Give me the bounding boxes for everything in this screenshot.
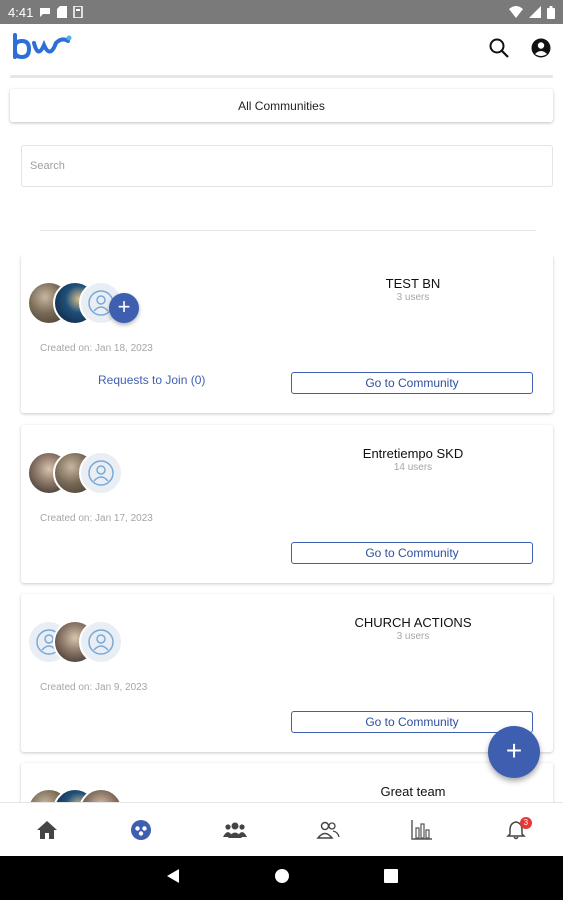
nav-communities[interactable] [94, 803, 188, 856]
chat-notification-icon [39, 6, 51, 18]
back-icon[interactable] [166, 868, 180, 889]
community-name: Great team [380, 784, 446, 799]
bottom-nav: 3 [0, 802, 563, 856]
member-avatar-placeholder [79, 620, 123, 664]
nav-home[interactable] [0, 803, 94, 856]
signal-icon [529, 6, 541, 18]
community-card: Great team [21, 763, 553, 802]
community-user-count: 14 users [393, 462, 433, 473]
battery-icon [547, 5, 555, 19]
community-card: Entretiempo SKD 14 users Created on: Jan… [21, 425, 553, 583]
wifi-icon [509, 6, 523, 18]
home-icon [36, 820, 57, 839]
community-card: + TEST BN 3 users Created on: Jan 18, 20… [21, 255, 553, 413]
contacts-icon [316, 821, 341, 839]
community-user-count: 3 users [396, 631, 430, 642]
community-list: + TEST BN 3 users Created on: Jan 18, 20… [0, 255, 563, 802]
nav-contacts[interactable] [281, 803, 375, 856]
nav-notifications[interactable]: 3 [469, 803, 563, 856]
user-placeholder-icon [88, 460, 114, 486]
list-divider [40, 230, 536, 231]
community-name: CHURCH ACTIONS [354, 615, 472, 630]
home-button-icon[interactable] [274, 868, 289, 888]
create-community-fab[interactable]: + [488, 726, 540, 778]
community-created-date: Created on: Jan 9, 2023 [40, 682, 148, 693]
nav-stats[interactable] [375, 803, 469, 856]
community-created-date: Created on: Jan 18, 2023 [40, 343, 153, 354]
header-divider [10, 75, 553, 78]
account-icon[interactable] [531, 38, 551, 63]
stats-icon [411, 819, 433, 840]
app-logo [12, 32, 72, 68]
requests-to-join-link[interactable]: Requests to Join (0) [98, 373, 205, 387]
status-bar: 4:41 [0, 0, 563, 24]
go-to-community-button[interactable]: Go to Community [291, 711, 533, 733]
notification-count-badge: 3 [519, 817, 532, 829]
community-card: CHURCH ACTIONS 3 users Created on: Jan 9… [21, 594, 553, 752]
community-user-count: 3 users [396, 292, 430, 303]
groups-icon [222, 822, 247, 838]
app-header [0, 24, 563, 76]
user-placeholder-icon [88, 629, 114, 655]
sim-card-icon [57, 6, 68, 18]
go-to-community-button[interactable]: Go to Community [291, 372, 533, 394]
tab-all-communities[interactable]: All Communities [10, 89, 553, 122]
storage-icon [73, 6, 84, 18]
go-to-community-button[interactable]: Go to Community [291, 542, 533, 564]
community-name: TEST BN [385, 276, 441, 291]
recents-icon[interactable] [383, 868, 398, 888]
system-nav-bar [0, 856, 563, 900]
nav-groups[interactable] [188, 803, 282, 856]
community-name: Entretiempo SKD [362, 446, 464, 461]
search-input[interactable] [21, 145, 553, 187]
communities-icon [130, 819, 151, 840]
search-icon[interactable] [489, 38, 509, 63]
member-avatar-placeholder [79, 451, 123, 495]
status-time: 4:41 [8, 4, 34, 20]
community-created-date: Created on: Jan 17, 2023 [40, 513, 153, 524]
tab-label: All Communities [238, 98, 325, 113]
add-member-button[interactable]: + [109, 293, 139, 323]
